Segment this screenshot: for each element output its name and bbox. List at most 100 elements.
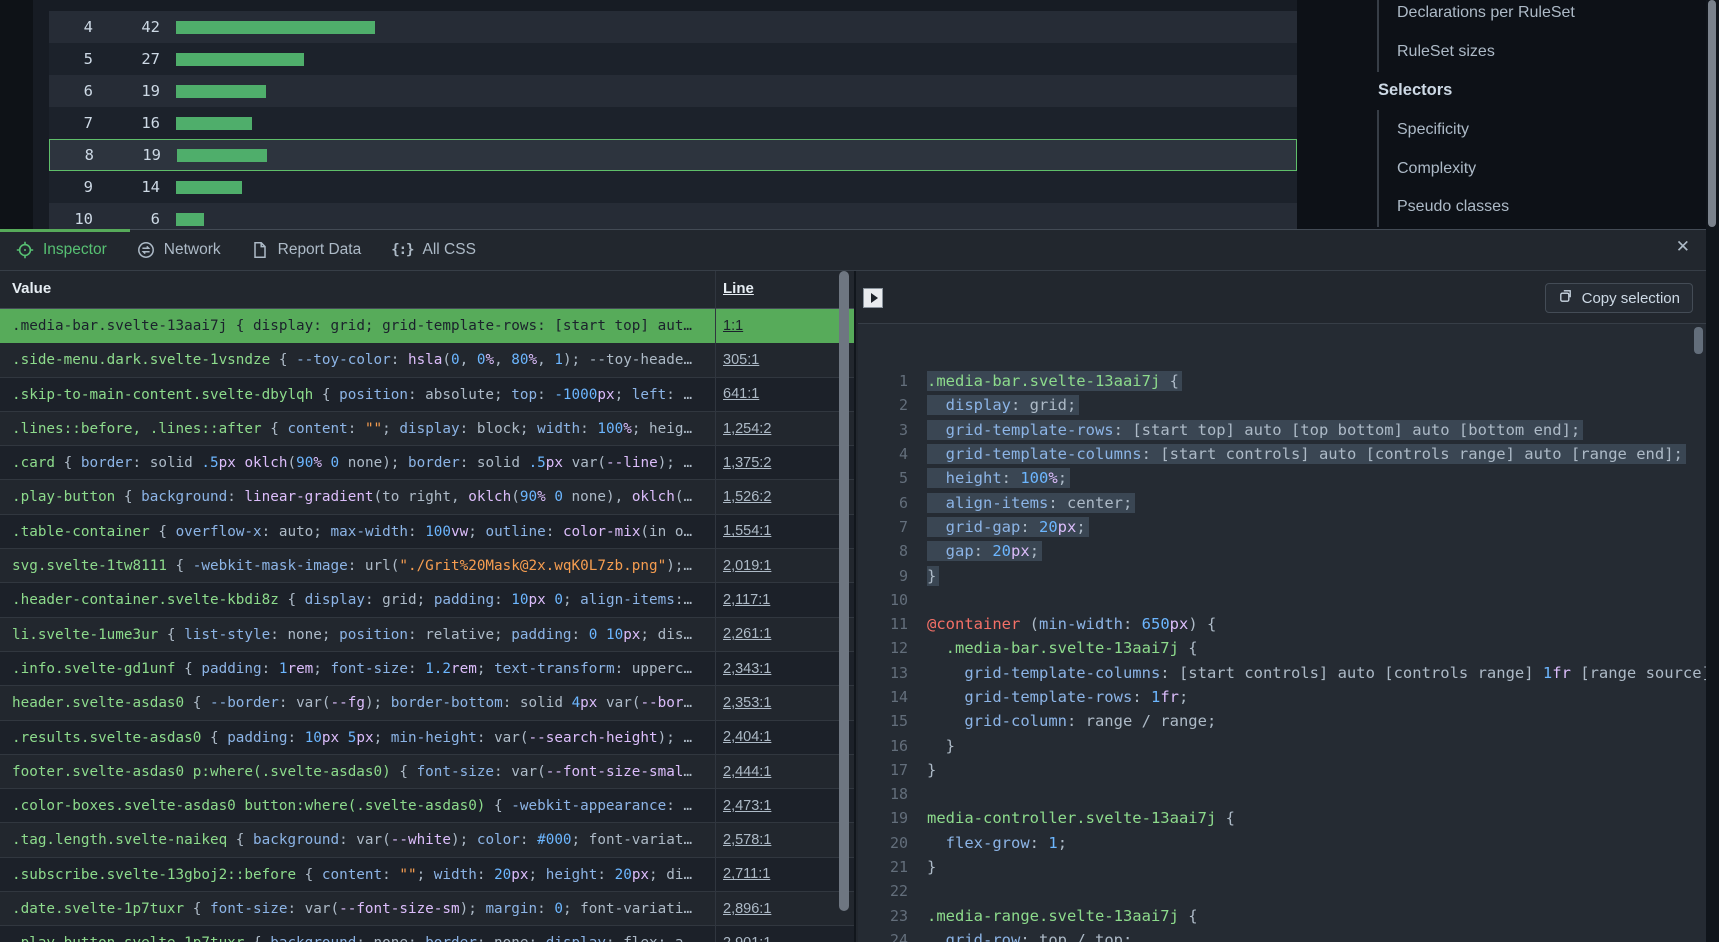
table-row[interactable]: .card { border: solid .5px oklch(90% 0 n… — [0, 446, 854, 480]
table-row[interactable]: .header-container.svelte-kbdi8z { displa… — [0, 583, 854, 617]
ruleset-value-cell: .subscribe.svelte-13gboj2::before { cont… — [12, 858, 704, 891]
line-link[interactable]: 2,896:1 — [723, 892, 771, 925]
line-link[interactable]: 641:1 — [723, 378, 759, 411]
line-number: 4 — [858, 445, 908, 463]
line-link[interactable]: 1,526:2 — [723, 480, 771, 513]
line-link[interactable]: 2,473:1 — [723, 789, 771, 822]
code-line-text: } — [927, 761, 936, 779]
bucket-label: 5 — [49, 50, 93, 68]
table-row[interactable]: .subscribe.svelte-13gboj2::before { cont… — [0, 858, 854, 892]
line-link[interactable]: 2,019:1 — [723, 549, 771, 582]
ruleset-value-cell: .card { border: solid .5px oklch(90% 0 n… — [12, 446, 704, 479]
copy-selection-button[interactable]: Copy selection — [1545, 283, 1693, 313]
line-number: 14 — [858, 688, 908, 706]
sidebar-item[interactable]: Pseudo classes — [1397, 188, 1687, 227]
frequency-row[interactable]: 442 — [49, 11, 1297, 43]
column-header-line[interactable]: Line — [723, 280, 754, 297]
table-row[interactable]: .side-menu.dark.svelte-1vsndze { --toy-c… — [0, 343, 854, 377]
line-number: 20 — [858, 834, 908, 852]
frequency-row[interactable]: 106 — [49, 203, 1297, 229]
line-link[interactable]: 305:1 — [723, 343, 759, 376]
tab-label: All CSS — [423, 241, 476, 259]
tab-report-data[interactable]: Report Data — [251, 241, 362, 259]
page-scrollbar[interactable] — [1706, 0, 1719, 942]
panel-tab-bar: Inspector Network Report Data {:} All — [0, 230, 1706, 271]
ruleset-value-cell: .color-boxes.svelte-asdas0 button:where(… — [12, 789, 704, 822]
line-link[interactable]: 1,375:2 — [723, 446, 771, 479]
table-scrollbar-thumb[interactable] — [839, 271, 849, 911]
line-number: 13 — [858, 664, 908, 682]
code-line: 3 grid-template-rows: [start top] auto [… — [858, 418, 1706, 442]
page-scrollbar-thumb[interactable] — [1708, 0, 1716, 227]
frequency-row[interactable]: 619 — [49, 75, 1297, 107]
frequency-row[interactable]: 527 — [49, 43, 1297, 75]
table-row[interactable]: .results.svelte-asdas0 { padding: 10px 5… — [0, 721, 854, 755]
table-row[interactable]: footer.svelte-asdas0 p:where(.svelte-asd… — [0, 755, 854, 789]
code-line-text: grid-template-columns: [start controls] … — [927, 444, 1686, 464]
line-number: 5 — [858, 469, 908, 487]
code-line-text: flex-grow: 1; — [927, 834, 1067, 852]
frequency-chart-region: 442527619716819914106 Declarations per R… — [0, 0, 1719, 229]
sidebar-item[interactable]: Declarations per RuleSet — [1397, 0, 1687, 33]
ruleset-value-cell: header.svelte-asdas0 { --border: var(--f… — [12, 686, 704, 719]
table-row[interactable]: svg.svelte-1tw8111 { -webkit-mask-image:… — [0, 549, 854, 583]
code-line-text: grid-template-rows: [start top] auto [to… — [927, 420, 1583, 440]
line-link[interactable]: 1,254:2 — [723, 412, 771, 445]
line-number: 9 — [858, 567, 908, 585]
line-link[interactable]: 2,117:1 — [723, 583, 770, 616]
table-row[interactable]: .info.svelte-gd1unf { padding: 1rem; fon… — [0, 652, 854, 686]
line-link[interactable]: 2,444:1 — [723, 755, 771, 788]
code-line: 5 height: 100%; — [858, 466, 1706, 490]
code-editor[interactable]: 1.media-bar.svelte-13aai7j {2 display: g… — [858, 324, 1706, 942]
frequency-row[interactable]: 819 — [49, 139, 1297, 171]
ruleset-value-cell: .table-container { overflow-x: auto; max… — [12, 515, 704, 548]
frequency-row[interactable]: 914 — [49, 171, 1297, 203]
table-row[interactable]: li.svelte-1ume3ur { list-style: none; po… — [0, 618, 854, 652]
tab-inspector[interactable]: Inspector — [16, 241, 107, 259]
ruleset-value-cell: .lines::before, .lines::after { content:… — [12, 412, 704, 445]
line-link[interactable]: 2,901:1 — [723, 926, 771, 942]
line-link[interactable]: 2,353:1 — [723, 686, 771, 719]
ruleset-value-cell: .info.svelte-gd1unf { padding: 1rem; fon… — [12, 652, 704, 685]
ruleset-value-cell: .play-button.svelte-1p7tuxr { background… — [12, 926, 704, 942]
table-header: Value Line — [0, 271, 854, 309]
table-row[interactable]: .play-button.svelte-1p7tuxr { background… — [0, 926, 854, 942]
table-row[interactable]: .lines::before, .lines::after { content:… — [0, 412, 854, 446]
frequency-row[interactable]: 716 — [49, 107, 1297, 139]
sidebar-group: SpecificityComplexityPseudo classes — [1377, 110, 1687, 226]
close-icon[interactable]: ✕ — [1676, 237, 1690, 257]
table-row[interactable]: .tag.length.svelte-naikeq { background: … — [0, 823, 854, 857]
code-line: 2 display: grid; — [858, 393, 1706, 417]
table-row[interactable]: .date.svelte-1p7tuxr { font-size: var(--… — [0, 892, 854, 926]
line-link[interactable]: 2,404:1 — [723, 721, 771, 754]
line-number: 10 — [858, 591, 908, 609]
panel-toggle-icon[interactable] — [863, 288, 883, 308]
code-line-text: grid-row: top / top; — [927, 931, 1132, 942]
table-row[interactable]: .table-container { overflow-x: auto; max… — [0, 515, 854, 549]
table-row[interactable]: .media-bar.svelte-13aai7j { display: gri… — [0, 309, 854, 343]
line-link[interactable]: 2,578:1 — [723, 823, 771, 856]
table-row[interactable]: .skip-to-main-content.svelte-dbylqh { po… — [0, 378, 854, 412]
line-link[interactable]: 1,554:1 — [723, 515, 771, 548]
line-number: 16 — [858, 737, 908, 755]
tab-network[interactable]: Network — [137, 241, 221, 259]
sidebar-item[interactable]: Specificity — [1397, 110, 1687, 149]
code-line-text: gap: 20px; — [927, 541, 1042, 561]
line-number: 3 — [858, 421, 908, 439]
table-row[interactable]: header.svelte-asdas0 { --border: var(--f… — [0, 686, 854, 720]
sidebar-item[interactable]: RuleSet sizes — [1397, 33, 1687, 72]
code-scrollbar-thumb[interactable] — [1694, 327, 1703, 354]
line-number: 24 — [858, 931, 908, 942]
count-value: 6 — [93, 210, 160, 228]
line-link[interactable]: 1:1 — [723, 309, 743, 342]
sidebar-item[interactable]: Complexity — [1397, 149, 1687, 188]
line-link[interactable]: 2,343:1 — [723, 652, 771, 685]
table-row[interactable]: .play-button { background: linear-gradie… — [0, 480, 854, 514]
table-row[interactable]: .color-boxes.svelte-asdas0 button:where(… — [0, 789, 854, 823]
ruleset-value-cell: svg.svelte-1tw8111 { -webkit-mask-image:… — [12, 549, 704, 582]
line-link[interactable]: 2,261:1 — [723, 618, 771, 651]
line-link[interactable]: 2,711:1 — [723, 858, 770, 891]
tab-all-css[interactable]: {:} All CSS — [391, 241, 476, 259]
ruleset-table-pane: Value Line .media-bar.svelte-13aai7j { d… — [0, 271, 856, 942]
code-line-text: } — [927, 858, 936, 876]
